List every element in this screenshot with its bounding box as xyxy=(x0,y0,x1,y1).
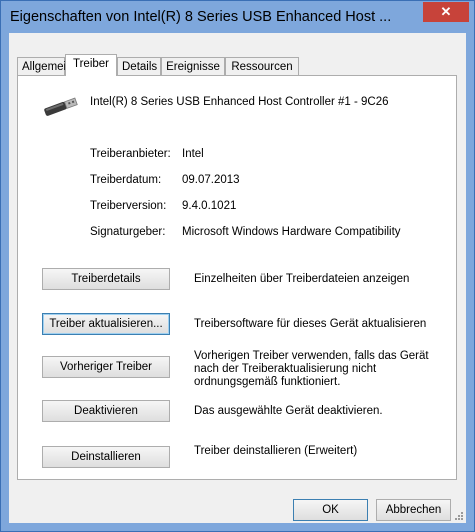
disable-device-description: Das ausgewählte Gerät deaktivieren. xyxy=(194,405,383,417)
driver-date-label: Treiberdatum: xyxy=(90,174,162,186)
resize-grip-icon[interactable] xyxy=(454,511,464,521)
driver-version-label: Treiberversion: xyxy=(90,200,167,212)
driver-details-button[interactable]: Treiberdetails xyxy=(42,268,170,290)
roll-back-driver-description: Vorherigen Treiber verwenden, falls das … xyxy=(194,350,429,388)
cancel-button[interactable]: Abbrechen xyxy=(376,499,451,521)
digital-signer-label: Signaturgeber: xyxy=(90,226,166,238)
properties-dialog: Eigenschaften von Intel(R) 8 Series USB … xyxy=(0,0,475,532)
disable-device-button[interactable]: Deaktivieren xyxy=(42,400,170,422)
driver-version-value: 9.4.0.1021 xyxy=(182,200,237,212)
driver-provider-label: Treiberanbieter: xyxy=(90,148,171,160)
roll-back-driver-button[interactable]: Vorheriger Treiber xyxy=(42,356,170,378)
digital-signer-value: Microsoft Windows Hardware Compatibility xyxy=(182,226,401,238)
device-name: Intel(R) 8 Series USB Enhanced Host Cont… xyxy=(90,96,389,108)
close-button[interactable]: ✕ xyxy=(423,2,469,22)
uninstall-driver-button[interactable]: Deinstallieren xyxy=(42,446,170,468)
usb-plug-icon xyxy=(40,90,80,118)
update-driver-description: Treibersoftware für dieses Gerät aktuali… xyxy=(194,318,427,330)
update-driver-button[interactable]: Treiber aktualisieren... xyxy=(42,313,170,335)
tab-treiber[interactable]: Treiber xyxy=(65,54,117,76)
tab-ereignisse[interactable]: Ereignisse xyxy=(161,57,225,75)
window-title: Eigenschaften von Intel(R) 8 Series USB … xyxy=(10,9,392,25)
title-bar[interactable]: Eigenschaften von Intel(R) 8 Series USB … xyxy=(1,1,474,33)
uninstall-driver-description: Treiber deinstallieren (Erweitert) xyxy=(194,445,358,457)
driver-details-description: Einzelheiten über Treiberdateien anzeige… xyxy=(194,273,410,285)
tab-details[interactable]: Details xyxy=(117,57,161,75)
ok-button[interactable]: OK xyxy=(293,499,368,521)
driver-date-value: 09.07.2013 xyxy=(182,174,240,186)
tab-ressourcen[interactable]: Ressourcen xyxy=(225,57,299,75)
dialog-client-area: Allgemein Treiber Details Ereignisse Res… xyxy=(9,33,466,523)
driver-tab-panel: Intel(R) 8 Series USB Enhanced Host Cont… xyxy=(17,75,457,480)
tab-allgemein[interactable]: Allgemein xyxy=(17,57,73,75)
driver-provider-value: Intel xyxy=(182,148,204,160)
